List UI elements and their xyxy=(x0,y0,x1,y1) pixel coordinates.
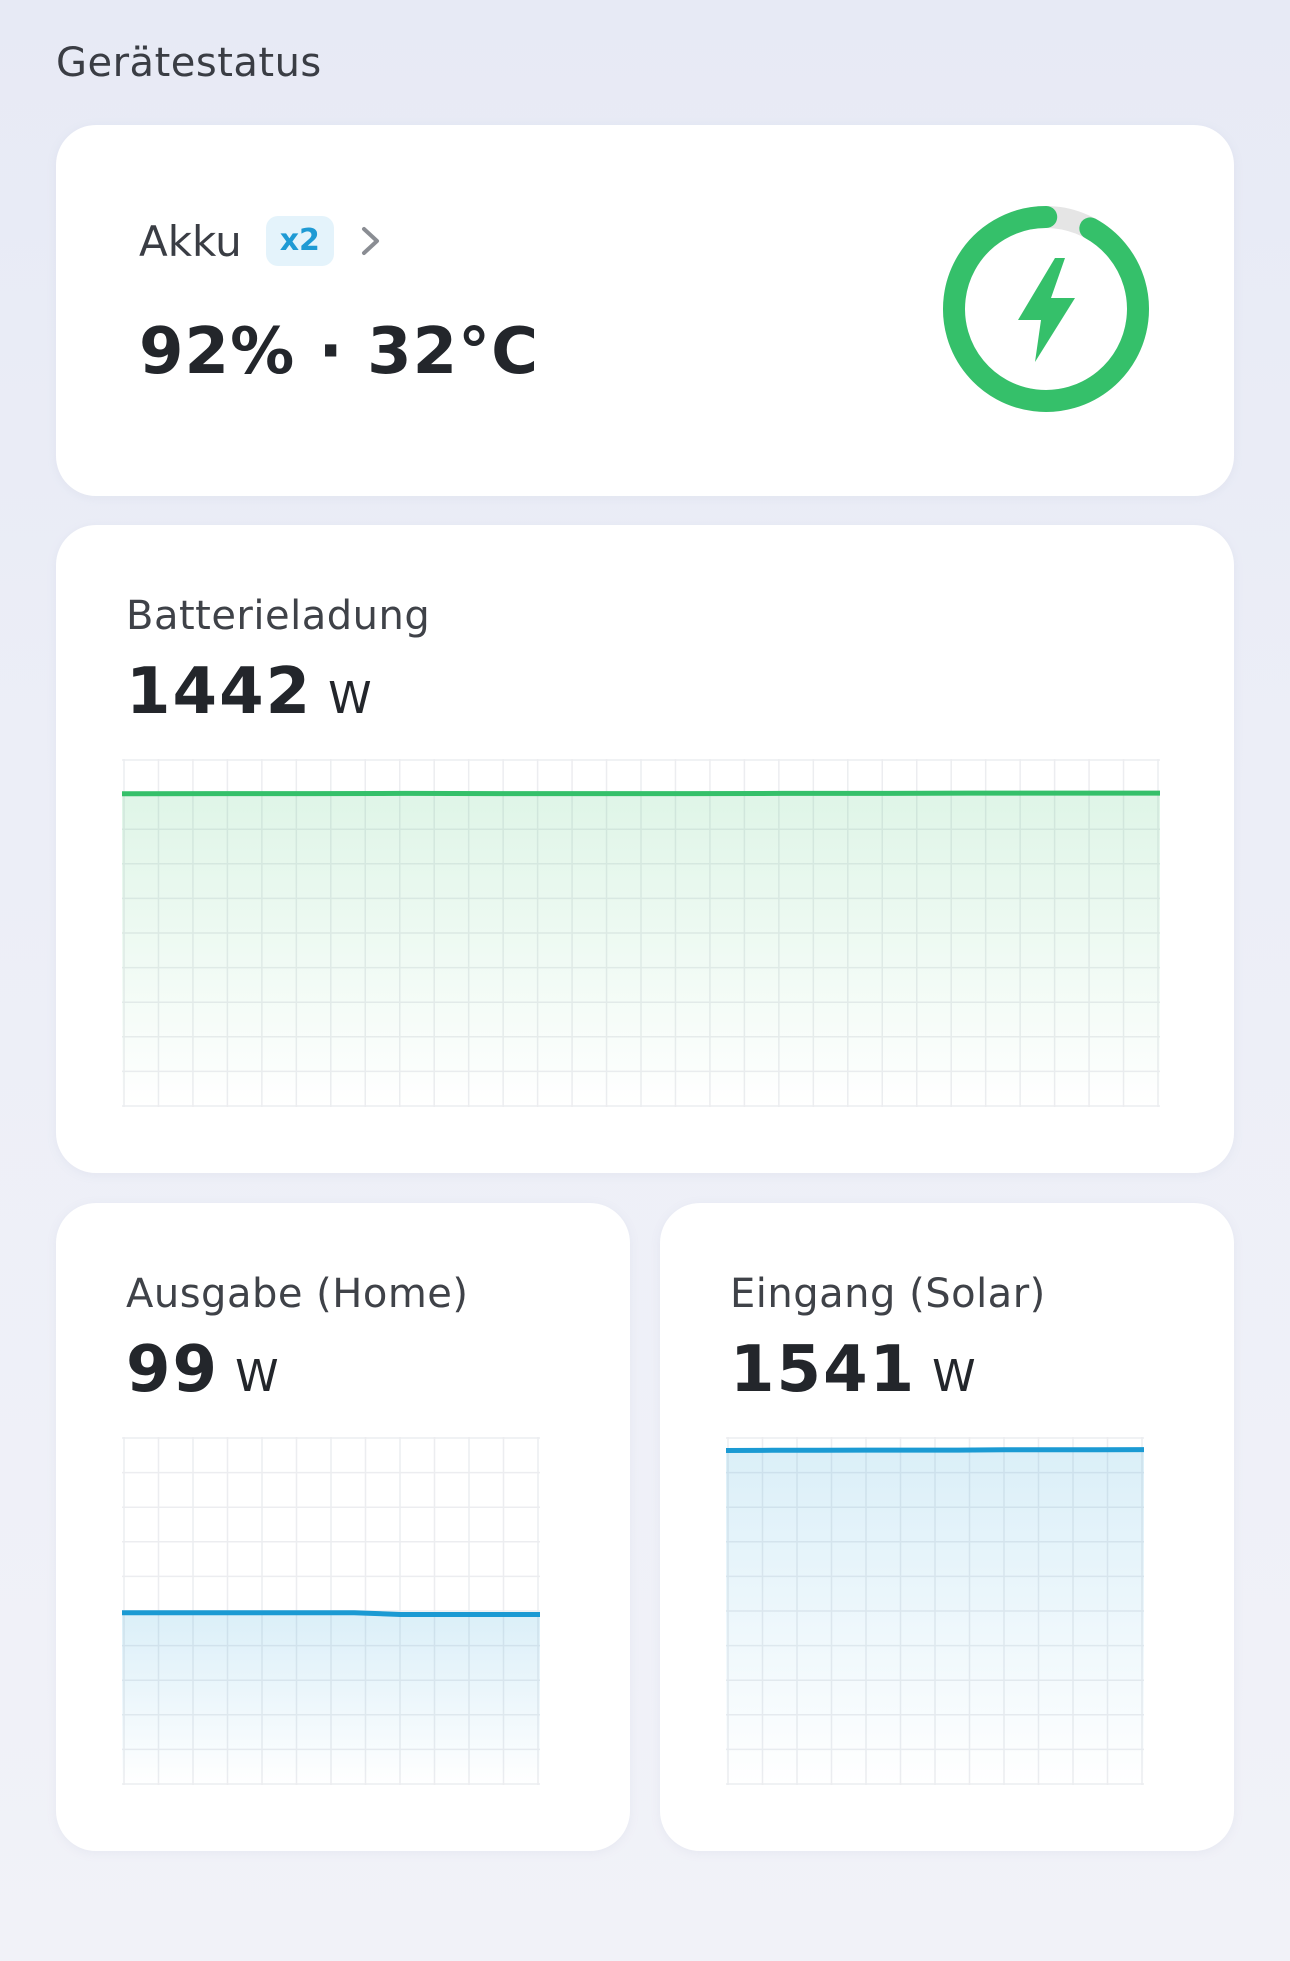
output-unit: W xyxy=(235,1351,279,1402)
chart-area-fill xyxy=(726,1449,1144,1785)
input-number: 1541 xyxy=(730,1333,917,1407)
section-title: Gerätestatus xyxy=(56,40,322,86)
input-chart xyxy=(726,1437,1144,1785)
battery-header[interactable]: Akku x2 xyxy=(139,213,384,269)
output-number: 99 xyxy=(126,1333,220,1407)
chart-series-line xyxy=(726,1447,1144,1453)
chart-series-line xyxy=(122,790,1160,797)
chart-series-line xyxy=(122,1610,540,1617)
battery-card[interactable]: Akku x2 92% · 32°C xyxy=(56,125,1234,496)
chart-area-fill xyxy=(122,1612,540,1785)
input-unit: W xyxy=(932,1351,976,1402)
input-card[interactable]: Eingang (Solar) 1541 W xyxy=(660,1203,1234,1851)
chevron-right-icon[interactable] xyxy=(358,221,384,261)
battery-summary: 92% · 32°C xyxy=(139,315,540,389)
output-value: 99 W xyxy=(126,1333,279,1407)
input-title: Eingang (Solar) xyxy=(730,1271,1046,1317)
battery-charge-ring xyxy=(943,206,1149,412)
charge-chart xyxy=(122,759,1160,1107)
charge-title: Batterieladung xyxy=(126,593,431,639)
battery-count-badge: x2 xyxy=(265,216,334,266)
input-value: 1541 W xyxy=(730,1333,976,1407)
chart-area-fill xyxy=(122,793,1160,1107)
battery-charge-card[interactable]: Batterieladung 1442 W xyxy=(56,525,1234,1173)
output-title: Ausgabe (Home) xyxy=(126,1271,469,1317)
charge-value: 1442 W xyxy=(126,655,372,729)
lightning-bolt-icon xyxy=(1018,258,1075,362)
output-card[interactable]: Ausgabe (Home) 99 W xyxy=(56,1203,630,1851)
output-chart xyxy=(122,1437,540,1785)
charge-number: 1442 xyxy=(126,655,313,729)
charge-unit: W xyxy=(328,673,372,724)
battery-label: Akku xyxy=(139,216,242,266)
